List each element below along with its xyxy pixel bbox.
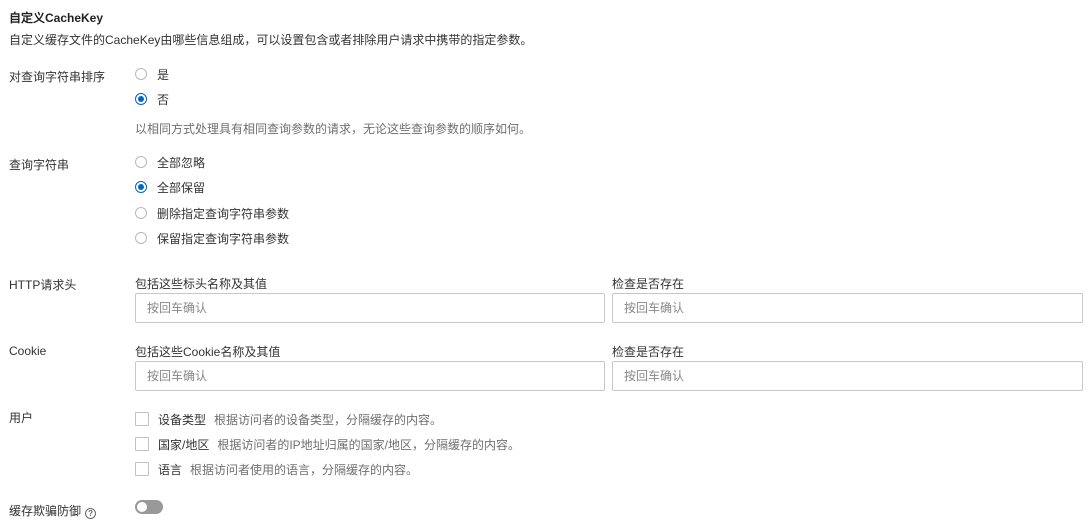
cache-deception-switch[interactable] — [135, 500, 163, 514]
section-description: 自定义缓存文件的CacheKey由哪些信息组成，可以设置包含或者排除用户请求中携… — [9, 33, 533, 47]
checkbox-description: 根据访问者使用的语言，分隔缓存的内容。 — [190, 462, 419, 477]
radio-label: 保留指定查询字符串参数 — [157, 231, 290, 246]
radio-label: 是 — [157, 67, 170, 82]
http-header-label: HTTP请求头 — [9, 278, 77, 292]
cache-deception-label-row: 缓存欺骗防御? — [9, 502, 97, 519]
radio-button[interactable] — [135, 93, 147, 105]
sort-query-label: 对查询字符串排序 — [9, 70, 106, 84]
query-option-ignore-all[interactable]: 全部忽略 — [135, 154, 205, 170]
user-option-device-type[interactable]: 设备类型 根据访问者的设备类型，分隔缓存的内容。 — [135, 411, 442, 427]
checkbox[interactable] — [135, 462, 149, 476]
http-header-include-input[interactable] — [135, 293, 605, 323]
query-string-label: 查询字符串 — [9, 158, 70, 172]
checkbox-label: 国家/地区 — [158, 437, 210, 452]
section-title: 自定义CacheKey — [9, 11, 104, 25]
checkbox-description: 根据访问者的设备类型，分隔缓存的内容。 — [214, 412, 443, 427]
cache-deception-label: 缓存欺骗防御 — [9, 504, 82, 518]
checkbox-label: 设备类型 — [158, 412, 207, 427]
cookie-include-input[interactable] — [135, 361, 605, 391]
user-label: 用户 — [9, 411, 34, 425]
http-header-exists-input[interactable] — [612, 293, 1083, 323]
radio-label: 否 — [157, 92, 170, 107]
sort-query-option-no[interactable]: 否 — [135, 91, 169, 107]
cookie-exists-input[interactable] — [612, 361, 1083, 391]
sort-query-option-yes[interactable]: 是 — [135, 66, 169, 82]
question-circle-icon[interactable]: ? — [85, 508, 97, 519]
radio-label: 全部保留 — [157, 180, 206, 195]
cookie-include-label: 包括这些Cookie名称及其值 — [135, 345, 281, 359]
query-option-keep-all[interactable]: 全部保留 — [135, 179, 205, 195]
radio-label: 全部忽略 — [157, 155, 206, 170]
radio-button[interactable] — [135, 181, 147, 193]
radio-button[interactable] — [135, 68, 147, 80]
radio-button[interactable] — [135, 232, 147, 244]
checkbox[interactable] — [135, 437, 149, 451]
query-option-keep-specified[interactable]: 保留指定查询字符串参数 — [135, 230, 289, 246]
http-header-exists-label: 检查是否存在 — [612, 277, 685, 291]
checkbox[interactable] — [135, 412, 149, 426]
cookie-label: Cookie — [9, 344, 47, 358]
radio-label: 删除指定查询字符串参数 — [157, 206, 290, 221]
user-option-language[interactable]: 语言 根据访问者使用的语言，分隔缓存的内容。 — [135, 461, 418, 477]
checkbox-description: 根据访问者的IP地址归属的国家/地区，分隔缓存的内容。 — [217, 437, 521, 452]
radio-button[interactable] — [135, 207, 147, 219]
cookie-exists-label: 检查是否存在 — [612, 345, 685, 359]
radio-button[interactable] — [135, 156, 147, 168]
http-header-include-label: 包括这些标头名称及其值 — [135, 277, 268, 291]
checkbox-label: 语言 — [158, 462, 183, 477]
user-option-country[interactable]: 国家/地区 根据访问者的IP地址归属的国家/地区，分隔缓存的内容。 — [135, 436, 520, 452]
sort-query-hint: 以相同方式处理具有相同查询参数的请求，无论这些查询参数的顺序如何。 — [135, 122, 532, 136]
query-option-remove-specified[interactable]: 删除指定查询字符串参数 — [135, 205, 289, 221]
